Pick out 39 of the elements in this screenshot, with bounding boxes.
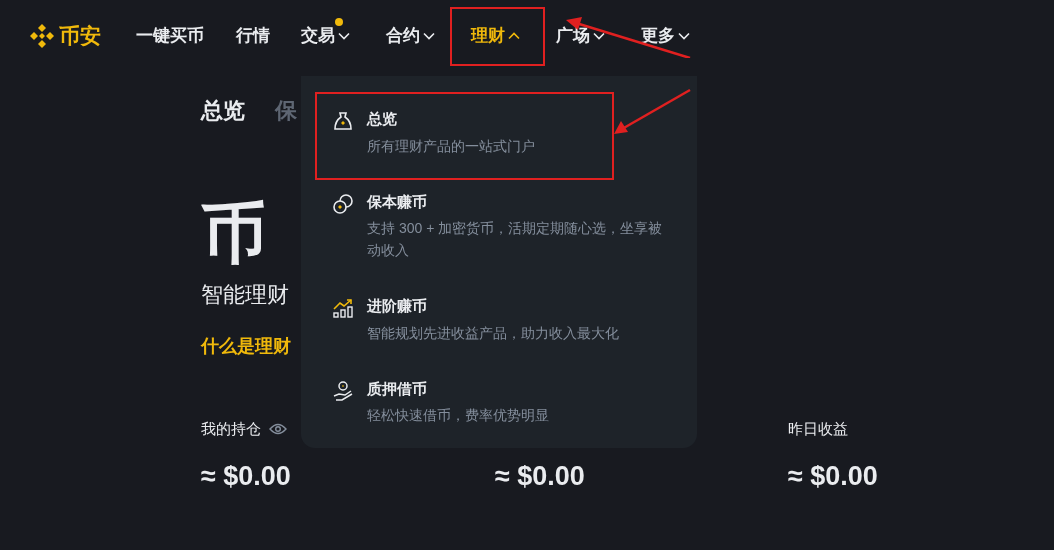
stat-label: 昨日收益 [788, 418, 848, 439]
logo-icon [28, 22, 56, 50]
nav-item[interactable]: 合约 [386, 16, 471, 56]
nav-item[interactable]: 行情 [236, 16, 301, 56]
hero-title: 币 [201, 200, 267, 266]
menu-item-description: 智能规划先进收益产品，助力收入最大化 [367, 323, 620, 343]
nav-item[interactable]: 理财 [471, 16, 556, 56]
logo-text[interactable]: 币安 [59, 20, 101, 52]
stat-value: ≈ $0.00 [201, 460, 292, 493]
learn-link[interactable]: 什么是理财 [201, 333, 291, 360]
hero-subtitle: 智能理财 [201, 281, 289, 309]
menu-item-description: 支持 300 + 加密货币，活期定期随心选，坐享被动收入 [367, 219, 664, 260]
nav-item[interactable]: 更多 [641, 16, 726, 56]
menu-item[interactable]: 总览 所有理财产品的一站式门户 [301, 96, 697, 169]
nav-item[interactable]: 一键买币 [136, 16, 236, 56]
hand-coin-icon [332, 379, 354, 402]
menu-item-title: 保本赚币 [367, 191, 428, 212]
menu-item-title: 质押借币 [367, 378, 428, 399]
coins-icon [332, 192, 354, 215]
money-bag-icon [332, 110, 354, 132]
chevron-down-icon [423, 32, 435, 40]
eye-icon[interactable] [269, 423, 287, 435]
menu-item-title: 进阶赚币 [367, 296, 428, 316]
stat-label: 我的持仓 [201, 418, 261, 439]
tab[interactable]: 总览 [201, 93, 245, 127]
chevron-down-icon [338, 32, 350, 40]
chevron-up-icon [508, 32, 520, 40]
growth-chart-icon [332, 297, 354, 319]
menu-item-description: 轻松快速借币，费率优势明显 [367, 406, 550, 425]
menu-item[interactable]: 进阶赚币 智能规划先进收益产品，助力收入最大化 [301, 283, 697, 356]
menu-item[interactable]: 质押借币 轻松快速借币，费率优势明显 [301, 365, 697, 438]
menu-item[interactable]: 保本赚币 支持 300 + 加密货币，活期定期随心选，坐享被动收入 [301, 178, 697, 273]
menu-item-description: 所有理财产品的一站式门户 [367, 136, 536, 156]
stat-value: ≈ $0.00 [788, 460, 879, 493]
nav-item[interactable]: 交易 [301, 16, 386, 56]
stat-value: ≈ $0.00 [495, 460, 586, 493]
chevron-down-icon [593, 32, 605, 40]
chevron-down-icon [678, 32, 690, 40]
menu-item-title: 总览 [367, 109, 398, 129]
